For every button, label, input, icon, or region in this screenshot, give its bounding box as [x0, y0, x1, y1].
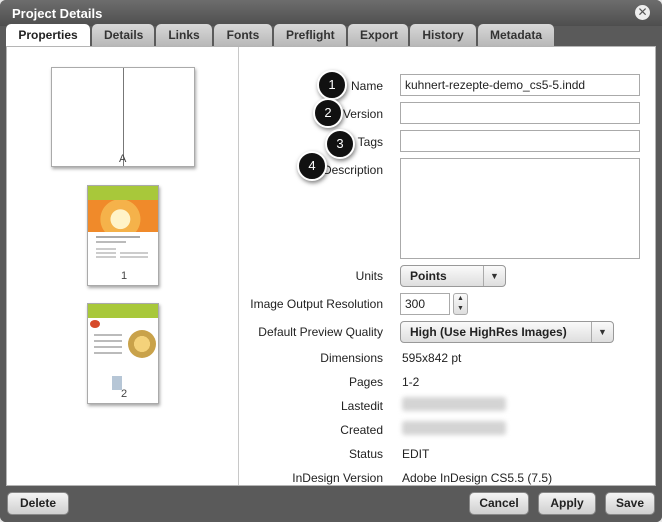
units-select[interactable]: Points ▼ [400, 265, 506, 287]
dialog-title: Project Details [12, 6, 103, 21]
callout-badge-4: 4 [297, 151, 327, 181]
page-header-band [88, 304, 158, 318]
preview-quality-value: High (Use HighRes Images) [410, 325, 567, 339]
citrus-photo [88, 200, 158, 232]
preview-quality-label: Default Preview Quality [258, 325, 383, 339]
thumbnail-label: 1 [121, 270, 128, 282]
name-field[interactable] [400, 74, 640, 96]
resolution-field[interactable] [400, 293, 450, 315]
salad-photo [128, 330, 156, 358]
indesign-version-value: Adobe InDesign CS5.5 (7.5) [402, 471, 553, 485]
description-field[interactable] [400, 158, 640, 259]
tab-properties[interactable]: Properties [6, 24, 90, 47]
thumbnail-page-1[interactable]: 1 [87, 185, 159, 286]
properties-panel: A 1 2 Name kuhnert-rezepte-demo_cs5-5.in… [6, 46, 656, 486]
apply-button[interactable]: Apply [538, 492, 596, 515]
cancel-button[interactable]: Cancel [469, 492, 529, 515]
thumbnail-page-2[interactable]: 2 [87, 303, 159, 404]
units-label: Units [355, 269, 383, 283]
tab-metadata[interactable]: Metadata [478, 24, 554, 46]
status-value: EDIT [402, 447, 430, 461]
lastedit-label: Lastedit [340, 399, 383, 413]
pages-value: 1-2 [402, 375, 420, 389]
tab-details[interactable]: Details [92, 24, 154, 46]
tags-field[interactable] [400, 130, 640, 152]
dimensions-label: Dimensions [320, 351, 383, 365]
tab-preflight[interactable]: Preflight [274, 24, 346, 46]
callout-badge-1: 1 [317, 70, 347, 100]
chevron-down-icon: ▼ [591, 322, 613, 342]
tab-history[interactable]: History [410, 24, 476, 46]
dialog-button-bar: Delete Cancel Apply Save [0, 486, 662, 522]
project-details-dialog: Project Details ✕ Properties Details Lin… [0, 0, 662, 522]
created-label: Created [340, 423, 383, 437]
callout-badge-2: 2 [313, 98, 343, 128]
version-field[interactable] [400, 102, 640, 124]
preview-quality-select[interactable]: High (Use HighRes Images) ▼ [400, 321, 614, 343]
page-thumbnails-pane: A 1 2 [7, 47, 239, 485]
status-label: Status [348, 447, 383, 461]
tab-export[interactable]: Export [348, 24, 408, 46]
tab-bar: Properties Details Links Fonts Preflight… [6, 24, 556, 47]
tab-fonts[interactable]: Fonts [214, 24, 272, 46]
thumbnail-master-spread[interactable]: A [51, 67, 195, 167]
dialog-titlebar: Project Details ✕ [0, 0, 662, 26]
created-value [402, 421, 506, 435]
indesign-version-label: InDesign Version [292, 471, 383, 485]
page-header-band [88, 186, 158, 200]
resolution-stepper[interactable]: ▲ ▼ [453, 293, 468, 315]
lastedit-value [402, 397, 506, 411]
close-icon[interactable]: ✕ [635, 5, 650, 20]
resolution-label: Image Output Resolution [250, 297, 383, 311]
thumbnail-label: A [119, 153, 127, 165]
dimensions-value: 595x842 pt [402, 351, 462, 365]
tomato-photo [90, 320, 100, 328]
save-button[interactable]: Save [605, 492, 655, 515]
tab-links[interactable]: Links [156, 24, 212, 46]
callout-badge-3: 3 [325, 129, 355, 159]
thumbnail-label: 2 [121, 388, 128, 400]
units-select-value: Points [410, 269, 447, 283]
pages-label: Pages [348, 375, 383, 389]
chevron-down-icon: ▼ [483, 266, 505, 286]
delete-button[interactable]: Delete [7, 492, 69, 515]
stepper-down-icon[interactable]: ▼ [454, 304, 467, 314]
stepper-up-icon[interactable]: ▲ [454, 294, 467, 304]
